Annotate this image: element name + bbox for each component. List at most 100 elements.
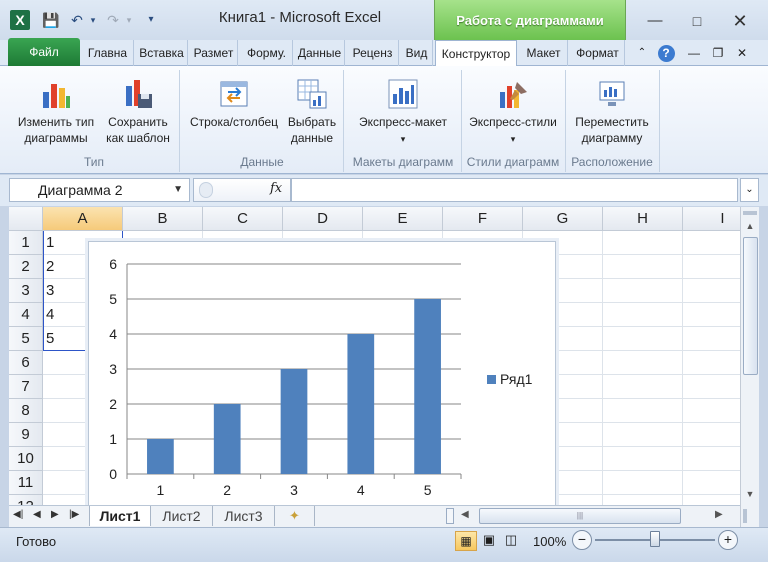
zoom-level[interactable]: 100% bbox=[533, 534, 566, 549]
page-layout-view-icon[interactable]: ▣ bbox=[479, 531, 499, 551]
first-sheet-icon[interactable]: ◀| bbox=[13, 509, 23, 520]
tab-insert[interactable]: Вставка bbox=[136, 40, 188, 66]
tab-page-layout[interactable]: Размет bbox=[190, 40, 238, 66]
scroll-down-icon[interactable]: ▼ bbox=[743, 489, 757, 501]
sheet-tab[interactable]: Лист3 bbox=[213, 506, 275, 526]
maximize-icon[interactable]: □ bbox=[685, 11, 709, 31]
column-header[interactable]: B bbox=[123, 207, 203, 231]
formula-input[interactable] bbox=[291, 178, 738, 202]
tab-file[interactable]: Файл bbox=[8, 38, 80, 66]
legend-label: Ряд1 bbox=[500, 371, 533, 387]
change-chart-type-button[interactable]: Изменить тип диаграммы bbox=[12, 78, 100, 146]
save-as-template-label-2: как шаблон bbox=[106, 131, 170, 145]
chart-svg[interactable]: 0 1 2 3 4 5 6 1 2 3 4 5 Ряд1 bbox=[89, 242, 555, 510]
expand-formula-bar-icon[interactable]: ⌄ bbox=[740, 178, 759, 202]
chevron-down-icon[interactable]: ▼ bbox=[173, 179, 183, 201]
quick-styles-button[interactable]: Экспресс-стили ▾ bbox=[464, 78, 562, 147]
column-header[interactable]: E bbox=[363, 207, 443, 231]
sheet-tab[interactable]: Лист2 bbox=[151, 506, 213, 526]
row-header[interactable]: 7 bbox=[9, 375, 43, 399]
scroll-left-icon[interactable]: ◀ bbox=[461, 509, 469, 520]
row-header[interactable]: 5 bbox=[9, 327, 43, 351]
row-header[interactable]: 1 bbox=[9, 231, 43, 255]
chart-type-icon bbox=[43, 84, 70, 108]
sheet-tabs-bar: ◀| ◀ ▶ |▶ Лист1 Лист2 Лист3 ✦ ◀ ||| ▶ bbox=[9, 505, 740, 527]
column-header[interactable]: A bbox=[43, 207, 123, 231]
restore-window-icon[interactable]: ❐ bbox=[709, 40, 727, 66]
tab-view[interactable]: Вид bbox=[401, 40, 433, 66]
move-chart-button[interactable]: Переместить диаграмму bbox=[568, 78, 656, 146]
y-tick-label: 5 bbox=[109, 291, 117, 307]
insert-function-button[interactable]: fx bbox=[270, 181, 282, 196]
select-data-label-2: данные bbox=[290, 131, 334, 145]
column-header[interactable]: F bbox=[443, 207, 523, 231]
row-header[interactable]: 11 bbox=[9, 471, 43, 495]
select-all-corner[interactable] bbox=[9, 207, 43, 231]
next-sheet-icon[interactable]: ▶ bbox=[51, 509, 59, 520]
switch-row-column-button[interactable]: Строка/столбец bbox=[184, 78, 284, 130]
select-data-icon bbox=[297, 79, 327, 109]
row-header[interactable]: 2 bbox=[9, 255, 43, 279]
column-gridline bbox=[682, 231, 683, 505]
tab-data[interactable]: Данные bbox=[295, 40, 345, 66]
zoom-slider-thumb[interactable] bbox=[650, 531, 660, 547]
minimize-ribbon-icon[interactable]: ⌃ bbox=[633, 40, 651, 66]
row-header[interactable]: 12 bbox=[9, 495, 43, 505]
last-sheet-icon[interactable]: |▶ bbox=[69, 509, 79, 520]
formula-splitter[interactable] bbox=[199, 182, 213, 198]
column-header[interactable]: H bbox=[603, 207, 683, 231]
zoom-out-icon[interactable]: − bbox=[572, 530, 592, 550]
y-tick-label: 3 bbox=[109, 361, 117, 377]
row-header[interactable]: 10 bbox=[9, 447, 43, 471]
row-header[interactable]: 9 bbox=[9, 423, 43, 447]
close-workbook-icon[interactable]: ✕ bbox=[733, 40, 751, 66]
quick-layout-button[interactable]: Экспресс-макет ▾ bbox=[348, 78, 458, 147]
help-icon[interactable]: ? bbox=[656, 40, 676, 66]
column-header[interactable]: G bbox=[523, 207, 603, 231]
tab-formulas[interactable]: Форму. bbox=[241, 40, 293, 66]
save-as-template-label-1: Сохранить bbox=[108, 115, 168, 129]
group-styles-label: Стили диаграмм bbox=[466, 155, 560, 169]
prev-sheet-icon[interactable]: ◀ bbox=[33, 509, 41, 520]
scroll-corner bbox=[740, 505, 759, 527]
column-header[interactable]: D bbox=[283, 207, 363, 231]
group-layouts-label: Макеты диаграмм bbox=[352, 155, 454, 169]
tab-review[interactable]: Реценз bbox=[347, 40, 399, 66]
row-header[interactable]: 6 bbox=[9, 351, 43, 375]
ribbon-minimize-window-icon[interactable]: — bbox=[685, 40, 703, 66]
tab-design[interactable]: Конструктор bbox=[435, 40, 517, 67]
ribbon-tabs: Файл Главна Вставка Размет Форму. Данные… bbox=[0, 38, 768, 67]
horizontal-scroll-thumb[interactable]: ||| bbox=[479, 508, 681, 524]
zoom-in-icon[interactable]: + bbox=[718, 530, 738, 550]
column-header[interactable]: I bbox=[683, 207, 740, 231]
save-as-template-button[interactable]: Сохранить как шаблон bbox=[100, 78, 176, 146]
tab-home[interactable]: Главна bbox=[82, 40, 134, 66]
page-break-view-icon[interactable]: ◫ bbox=[501, 531, 521, 551]
chevron-down-icon: ▾ bbox=[510, 134, 516, 144]
column-header[interactable]: C bbox=[203, 207, 283, 231]
legend-swatch bbox=[487, 375, 496, 384]
sheet-tab-active[interactable]: Лист1 bbox=[89, 506, 151, 526]
select-data-button[interactable]: Выбрать данные bbox=[284, 78, 340, 146]
row-header[interactable]: 4 bbox=[9, 303, 43, 327]
tab-format[interactable]: Формат bbox=[571, 40, 625, 66]
tab-split-handle[interactable] bbox=[446, 508, 454, 524]
y-tick-label: 2 bbox=[109, 396, 117, 412]
normal-view-icon[interactable]: ▦ bbox=[455, 531, 477, 551]
chevron-down-icon: ▾ bbox=[400, 134, 406, 144]
minimize-icon[interactable]: — bbox=[643, 11, 667, 31]
chart-object[interactable]: 0 1 2 3 4 5 6 1 2 3 4 5 Ряд1 bbox=[88, 241, 556, 511]
close-icon[interactable]: ✕ bbox=[728, 11, 752, 31]
row-header[interactable]: 3 bbox=[9, 279, 43, 303]
tab-layout[interactable]: Макет bbox=[520, 40, 568, 66]
insert-sheet-icon[interactable]: ✦ bbox=[275, 506, 315, 526]
split-handle[interactable] bbox=[743, 509, 747, 523]
scroll-up-icon[interactable]: ▲ bbox=[743, 221, 757, 233]
scroll-thumb[interactable] bbox=[743, 237, 758, 375]
row-header[interactable]: 8 bbox=[9, 399, 43, 423]
split-handle[interactable] bbox=[743, 211, 757, 215]
scroll-right-icon[interactable]: ▶ bbox=[715, 509, 723, 520]
name-box[interactable]: Диаграмма 2 ▼ bbox=[9, 178, 190, 202]
x-tick-label: 5 bbox=[424, 482, 432, 498]
vertical-scrollbar[interactable]: ▲ ▼ bbox=[740, 207, 759, 505]
